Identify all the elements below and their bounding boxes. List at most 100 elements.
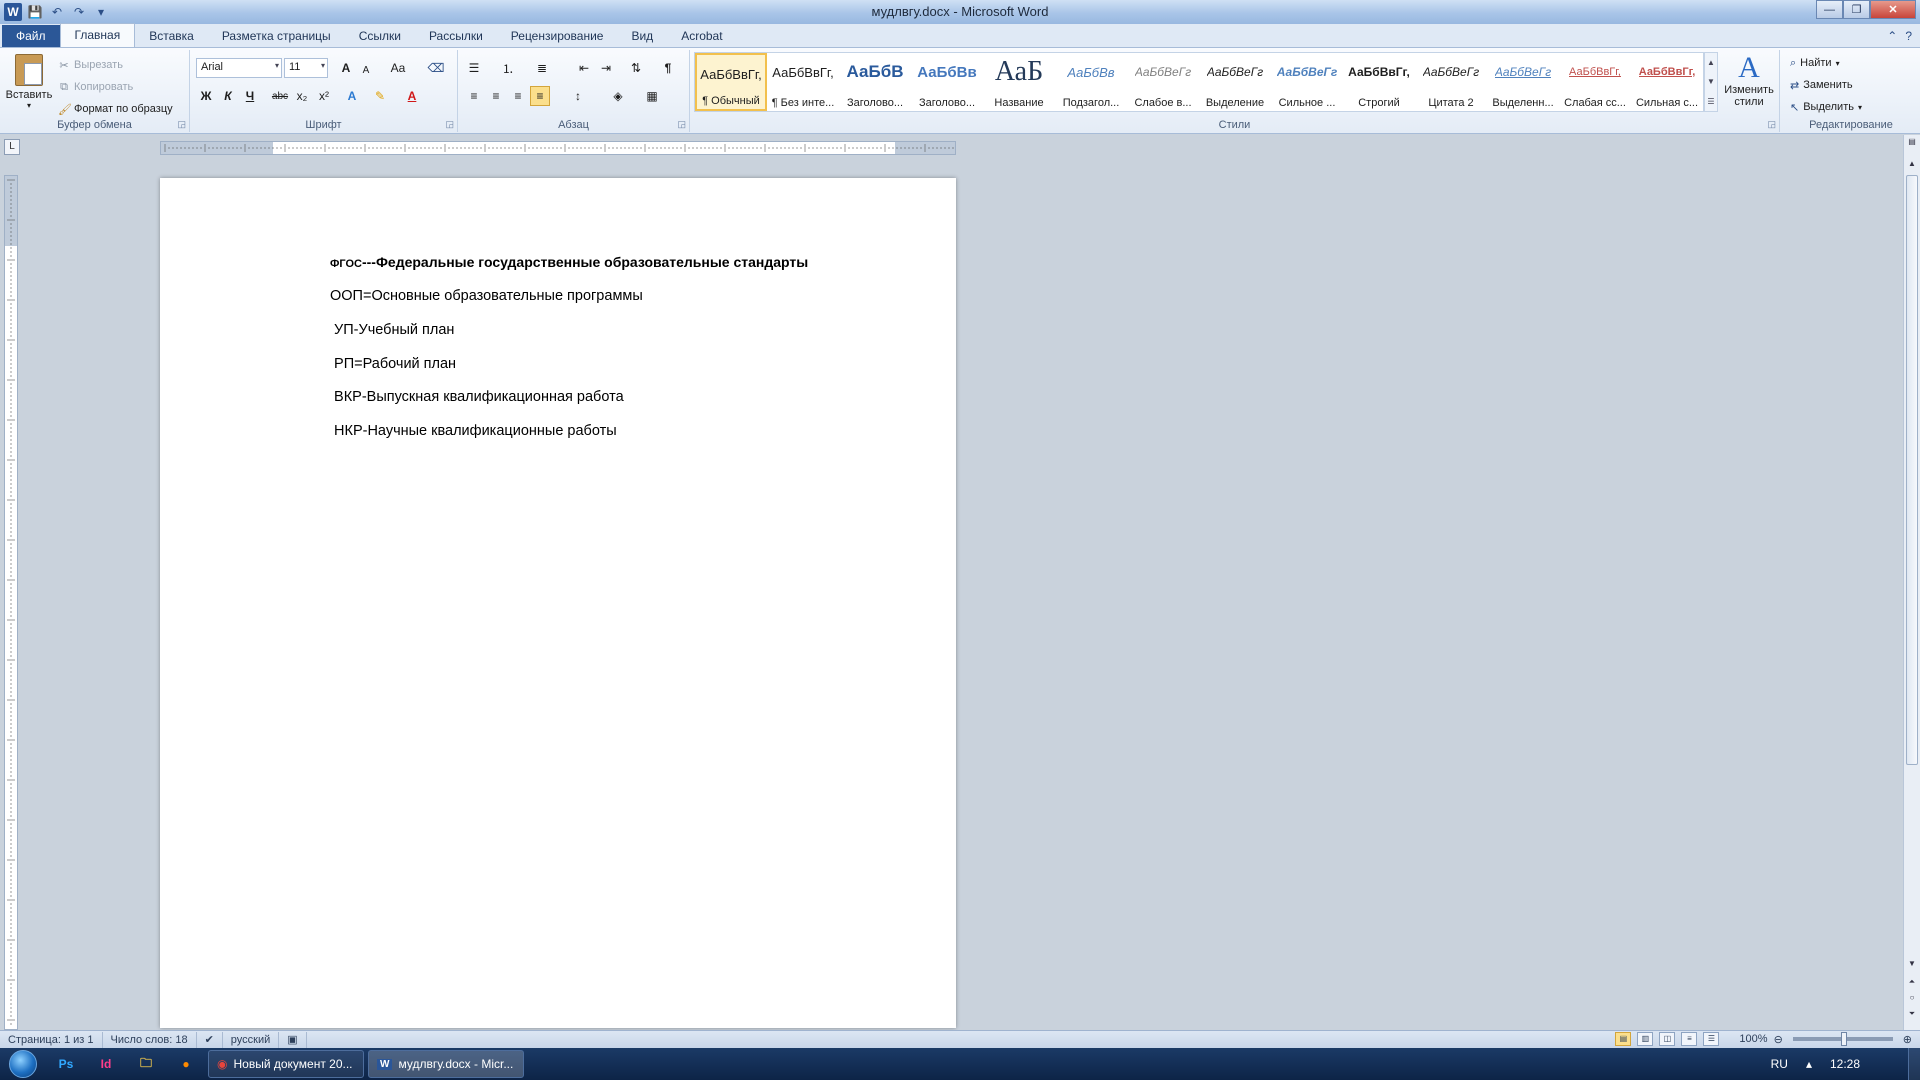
style-title[interactable]: АаБ Название — [983, 53, 1055, 111]
style-intense-emphasis[interactable]: АаБбВеГг Сильное ... — [1271, 53, 1343, 111]
redo-icon[interactable]: ↷ — [70, 3, 88, 21]
taskbar-chrome-task[interactable]: ◉ Новый документ 20... — [208, 1050, 364, 1078]
view-ruler-icon[interactable]: ▤ — [1906, 137, 1918, 151]
maximize-button[interactable]: ❐ — [1843, 0, 1870, 19]
horizontal-ruler[interactable] — [160, 141, 956, 155]
numbering-icon[interactable]: ⒈ — [498, 58, 518, 78]
decrease-indent-icon[interactable]: ⇤ — [574, 58, 594, 78]
grow-font-button[interactable]: A — [336, 58, 356, 78]
bold-button[interactable]: Ж — [196, 86, 216, 106]
shrink-font-button[interactable]: A — [356, 60, 376, 80]
line-spacing-icon[interactable]: ↕ — [568, 86, 588, 106]
change-case-button[interactable]: Aa — [384, 58, 412, 78]
text-effects-icon[interactable]: A — [342, 86, 362, 106]
style-emphasis[interactable]: АаБбВеГг Выделение — [1199, 53, 1271, 111]
outline-view-icon[interactable]: ≡ — [1681, 1032, 1698, 1046]
macro-icon[interactable]: ▣ — [279, 1031, 307, 1048]
taskbar-word-task[interactable]: W мудлвгу.docx - Micr... — [368, 1050, 524, 1078]
tab-selector[interactable]: L — [4, 139, 20, 155]
firefox-icon[interactable]: ● — [166, 1049, 206, 1079]
tab-file[interactable]: Файл — [2, 25, 60, 47]
more-icon[interactable]: ☰ — [1707, 97, 1714, 106]
tab-references[interactable]: Ссылки — [345, 25, 415, 47]
borders-icon[interactable]: ▦ — [642, 86, 662, 106]
photoshop-icon[interactable]: Ps — [46, 1049, 86, 1079]
scrollbar-thumb[interactable] — [1906, 175, 1918, 765]
style-no-spacing[interactable]: АаБбВвГг, ¶ Без инте... — [767, 53, 839, 111]
cut-button[interactable]: ✂ Вырезать — [58, 54, 173, 76]
style-subtle-emphasis[interactable]: АаБбВеГг Слабое в... — [1127, 53, 1199, 111]
word-count[interactable]: Число слов: 18 — [103, 1031, 197, 1048]
web-layout-icon[interactable]: ◫ — [1659, 1032, 1676, 1046]
change-styles-button[interactable]: A Изменить стили — [1722, 52, 1776, 114]
style-heading-2[interactable]: АаБбВв Заголово... — [911, 53, 983, 111]
chevron-down-icon[interactable]: ▼ — [1707, 77, 1715, 86]
style-intense-quote[interactable]: АаБбВеГг Выделенн... — [1487, 53, 1559, 111]
underline-button[interactable]: Ч — [240, 86, 260, 106]
input-language[interactable]: RU — [1771, 1057, 1788, 1071]
clipboard-launcher-icon[interactable]: ◲ — [177, 119, 186, 130]
tab-acrobat[interactable]: Acrobat — [667, 25, 736, 47]
next-page-icon[interactable]: ⏷ — [1906, 1009, 1918, 1023]
print-layout-view-icon[interactable]: ▤ — [1615, 1032, 1632, 1046]
style-strong[interactable]: АаБбВвГг, Строгий — [1343, 53, 1415, 111]
italic-button[interactable]: К — [218, 86, 238, 106]
styles-gallery-scroll[interactable]: ▲ ▼ ☰ — [1704, 52, 1718, 112]
chevron-up-icon[interactable]: ▲ — [1707, 58, 1715, 67]
show-desktop-button[interactable] — [1908, 1048, 1920, 1080]
tab-mailings[interactable]: Рассылки — [415, 25, 497, 47]
draft-view-icon[interactable]: ☰ — [1703, 1032, 1720, 1046]
paragraph-launcher-icon[interactable]: ◲ — [677, 119, 686, 130]
undo-icon[interactable]: ↶ — [48, 3, 66, 21]
proofing-icon[interactable]: ✔ — [197, 1031, 223, 1048]
increase-indent-icon[interactable]: ⇥ — [596, 58, 616, 78]
align-left-icon[interactable]: ≡ — [464, 86, 484, 106]
highlight-icon[interactable]: ✎ — [370, 86, 390, 106]
style-normal[interactable]: АаБбВвГг, ¶ Обычный — [695, 53, 767, 111]
zoom-level[interactable]: 100% — [1739, 1033, 1767, 1045]
minimize-button[interactable]: — — [1816, 0, 1843, 19]
replace-button[interactable]: ⇄ Заменить — [1790, 74, 1862, 96]
tab-insert[interactable]: Вставка — [135, 25, 208, 47]
scroll-up-icon[interactable]: ▲ — [1906, 159, 1918, 173]
style-intense-reference[interactable]: АаБбВвГг, Сильная с... — [1631, 53, 1703, 111]
subscript-button[interactable]: x₂ — [292, 86, 312, 106]
align-center-icon[interactable]: ≡ — [486, 86, 506, 106]
tab-review[interactable]: Рецензирование — [497, 25, 618, 47]
find-button[interactable]: ⌕ Найти ▾ — [1790, 52, 1862, 74]
style-heading-1[interactable]: АаБбВ Заголово... — [839, 53, 911, 111]
font-name-combo[interactable]: Arial ▾ — [196, 58, 282, 78]
minimize-ribbon-icon[interactable]: ⌃ — [1887, 29, 1897, 43]
previous-page-icon[interactable]: ⏶ — [1906, 977, 1918, 991]
word-logo-icon[interactable]: W — [4, 3, 22, 21]
save-icon[interactable]: 💾 — [26, 3, 44, 21]
superscript-button[interactable]: x² — [314, 86, 334, 106]
justify-icon[interactable]: ≡ — [530, 86, 550, 106]
browse-object-icon[interactable]: ○ — [1906, 993, 1918, 1007]
zoom-in-icon[interactable]: ⊕ — [1903, 1033, 1912, 1046]
customize-qat-icon[interactable]: ▾ — [92, 3, 110, 21]
help-icon[interactable]: ? — [1905, 29, 1912, 43]
document-page[interactable]: ФГОС---Федеральные государственные образ… — [160, 178, 956, 1028]
strikethrough-button[interactable]: abc — [270, 86, 290, 106]
zoom-slider[interactable] — [1792, 1032, 1893, 1046]
clock[interactable]: 12:28 — [1830, 1057, 1860, 1071]
zoom-out-icon[interactable]: ⊖ — [1774, 1033, 1783, 1046]
clear-formatting-icon[interactable]: ⌫ — [426, 58, 446, 78]
font-color-icon[interactable]: A — [402, 86, 422, 106]
tab-home[interactable]: Главная — [59, 23, 136, 47]
zoom-slider-knob[interactable] — [1840, 1032, 1847, 1046]
styles-launcher-icon[interactable]: ◲ — [1767, 119, 1776, 130]
language-indicator[interactable]: русский — [223, 1031, 280, 1048]
format-painter-button[interactable]: 🖌 Формат по образцу — [58, 98, 173, 120]
style-quote-2[interactable]: АаБбВеГг Цитата 2 — [1415, 53, 1487, 111]
indesign-icon[interactable]: Id — [86, 1049, 126, 1079]
bullets-icon[interactable]: ☰ — [464, 58, 484, 78]
vertical-scrollbar[interactable]: ▤ ▲ ▼ ⏶ ○ ⏷ — [1903, 135, 1920, 1030]
style-subtitle[interactable]: АаБбВв Подзагол... — [1055, 53, 1127, 111]
page-count[interactable]: Страница: 1 из 1 — [0, 1031, 103, 1048]
close-button[interactable]: ✕ — [1870, 0, 1916, 19]
font-size-combo[interactable]: 11 ▾ — [284, 58, 328, 78]
tray-expand-icon[interactable]: ▴ — [1806, 1057, 1812, 1071]
tab-page-layout[interactable]: Разметка страницы — [208, 25, 345, 47]
